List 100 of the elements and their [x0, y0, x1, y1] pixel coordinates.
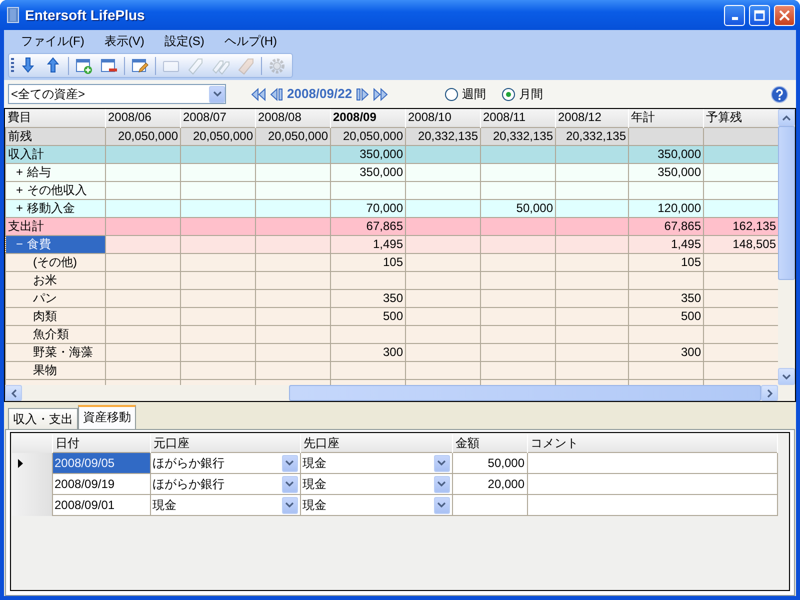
table-cell: 350,000: [330, 145, 406, 163]
table-cell[interactable]: 2008/09/01: [52, 494, 150, 516]
category-label: パン: [33, 290, 57, 304]
category-label: 肉類: [33, 308, 57, 322]
table-cell[interactable]: 果物: [6, 361, 106, 379]
table-cell: 67,865: [330, 217, 406, 235]
expand-toggle[interactable]: +: [16, 182, 24, 196]
table-cell[interactable]: 野菜・海藻: [6, 343, 106, 361]
column-header: 元口座: [150, 434, 300, 452]
sheet-plus-icon: [75, 56, 93, 74]
column-header: 予算残: [704, 109, 778, 127]
scroll-right-icon[interactable]: [761, 385, 778, 401]
menu-item[interactable]: 設定(S): [155, 32, 214, 50]
close-button[interactable]: [774, 4, 795, 26]
current-date: 2008/09/22: [287, 85, 352, 104]
horizontal-scrollbar[interactable]: [5, 385, 795, 401]
table-cell: 20,332,135: [556, 127, 628, 145]
previous-icon[interactable]: [270, 88, 283, 100]
table-cell[interactable]: + その他収入: [6, 181, 106, 199]
table-cell[interactable]: 肉類: [6, 307, 106, 325]
table-cell[interactable]: 前残: [6, 127, 106, 145]
help-icon[interactable]: [771, 86, 788, 102]
expand-toggle[interactable]: +: [16, 200, 24, 214]
next-icon[interactable]: [356, 88, 370, 100]
expand-toggle[interactable]: −: [16, 236, 24, 250]
menu-item[interactable]: ヘルプ(H): [215, 32, 286, 50]
table-cell[interactable]: + 移動入金: [6, 199, 106, 217]
vertical-scrollbar[interactable]: [778, 109, 795, 385]
column-header: 2008/07: [180, 109, 256, 127]
account-dropdown[interactable]: ほがらか銀行: [150, 474, 300, 494]
table-cell[interactable]: [452, 494, 527, 516]
account-dropdown[interactable]: 現金: [300, 474, 452, 494]
scrollbar-thumb[interactable]: [289, 385, 761, 401]
scroll-left-icon[interactable]: [5, 385, 22, 401]
table-cell: 1,495: [330, 235, 406, 253]
table-cell[interactable]: 2008/09/05: [52, 452, 150, 474]
scroll-down-icon[interactable]: [778, 368, 795, 385]
scroll-up-icon[interactable]: [778, 109, 795, 126]
scrollbar-thumb[interactable]: [778, 126, 795, 280]
account-value: 現金: [302, 476, 326, 492]
table-cell: 20,332,135: [480, 127, 556, 145]
cell-text: 2008/09/05: [54, 456, 115, 470]
table-cell: 1,495: [628, 235, 704, 253]
category-label: 食費: [27, 236, 52, 250]
table-cell: 70,000: [330, 199, 406, 217]
table-cell: 350,000: [628, 145, 704, 163]
table-cell[interactable]: [527, 474, 777, 494]
menu-item[interactable]: 表示(V): [95, 32, 154, 50]
tab[interactable]: 収入・支出: [8, 408, 78, 429]
radio-button[interactable]: [445, 88, 458, 100]
account-value: 現金: [152, 497, 176, 513]
table-cell: 105: [330, 253, 406, 271]
table-cell: 500: [628, 307, 704, 325]
radio-label[interactable]: 月間: [519, 85, 544, 103]
last-icon[interactable]: [373, 88, 390, 100]
down-arrow-icon: [19, 56, 37, 74]
tab[interactable]: 資産移動: [78, 405, 136, 429]
account-value: 現金: [302, 455, 326, 471]
table-cell[interactable]: [527, 494, 777, 516]
category-label: お米: [33, 272, 57, 286]
column-header: 2008/06: [106, 109, 180, 127]
table-cell[interactable]: 2008/09/19: [52, 474, 150, 494]
row-header[interactable]: [12, 452, 52, 474]
expand-toggle[interactable]: +: [16, 164, 24, 178]
table-cell[interactable]: 収入計: [6, 145, 106, 163]
account-dropdown[interactable]: 現金: [300, 452, 452, 474]
table-cell[interactable]: パン: [6, 289, 106, 307]
asset-dropdown[interactable]: <全ての資産>: [8, 84, 226, 104]
table-cell[interactable]: [527, 452, 777, 474]
table-cell[interactable]: お米: [6, 271, 106, 289]
first-icon[interactable]: [250, 88, 266, 100]
column-header: 2008/12: [556, 109, 628, 127]
radio-label[interactable]: 週間: [462, 85, 486, 103]
table-cell[interactable]: + 給与: [6, 163, 106, 181]
minimize-button[interactable]: [724, 4, 745, 26]
up-arrow-icon: [44, 56, 62, 74]
category-label: 果物: [33, 362, 57, 376]
table-cell: 50,000: [480, 199, 556, 217]
table-cell[interactable]: − 食費: [6, 235, 106, 253]
category-label: その他収入: [27, 182, 88, 196]
account-dropdown[interactable]: ほがらか銀行: [150, 452, 300, 474]
table-cell[interactable]: (その他): [6, 253, 106, 271]
table-cell[interactable]: 20,000: [452, 474, 527, 494]
table-cell: 350: [330, 289, 406, 307]
category-label: 収入計: [8, 146, 44, 160]
maximize-button[interactable]: [749, 4, 770, 26]
table-cell: 20,332,135: [406, 127, 480, 145]
table-cell: 105: [628, 253, 704, 271]
table-cell[interactable]: 魚介類: [6, 325, 106, 343]
menu-item[interactable]: ファイル(F): [12, 32, 94, 50]
account-dropdown[interactable]: 現金: [150, 494, 300, 516]
column-header: 金額: [452, 434, 527, 452]
table-cell[interactable]: 支出計: [6, 217, 106, 235]
table-cell: 20,050,000: [330, 127, 406, 145]
column-header: 2008/09: [330, 109, 406, 127]
tag-icon: [187, 56, 205, 74]
table-cell: 120,000: [628, 199, 704, 217]
table-cell[interactable]: 50,000: [452, 452, 527, 474]
account-dropdown[interactable]: 現金: [300, 494, 452, 516]
radio-button[interactable]: [502, 88, 516, 100]
